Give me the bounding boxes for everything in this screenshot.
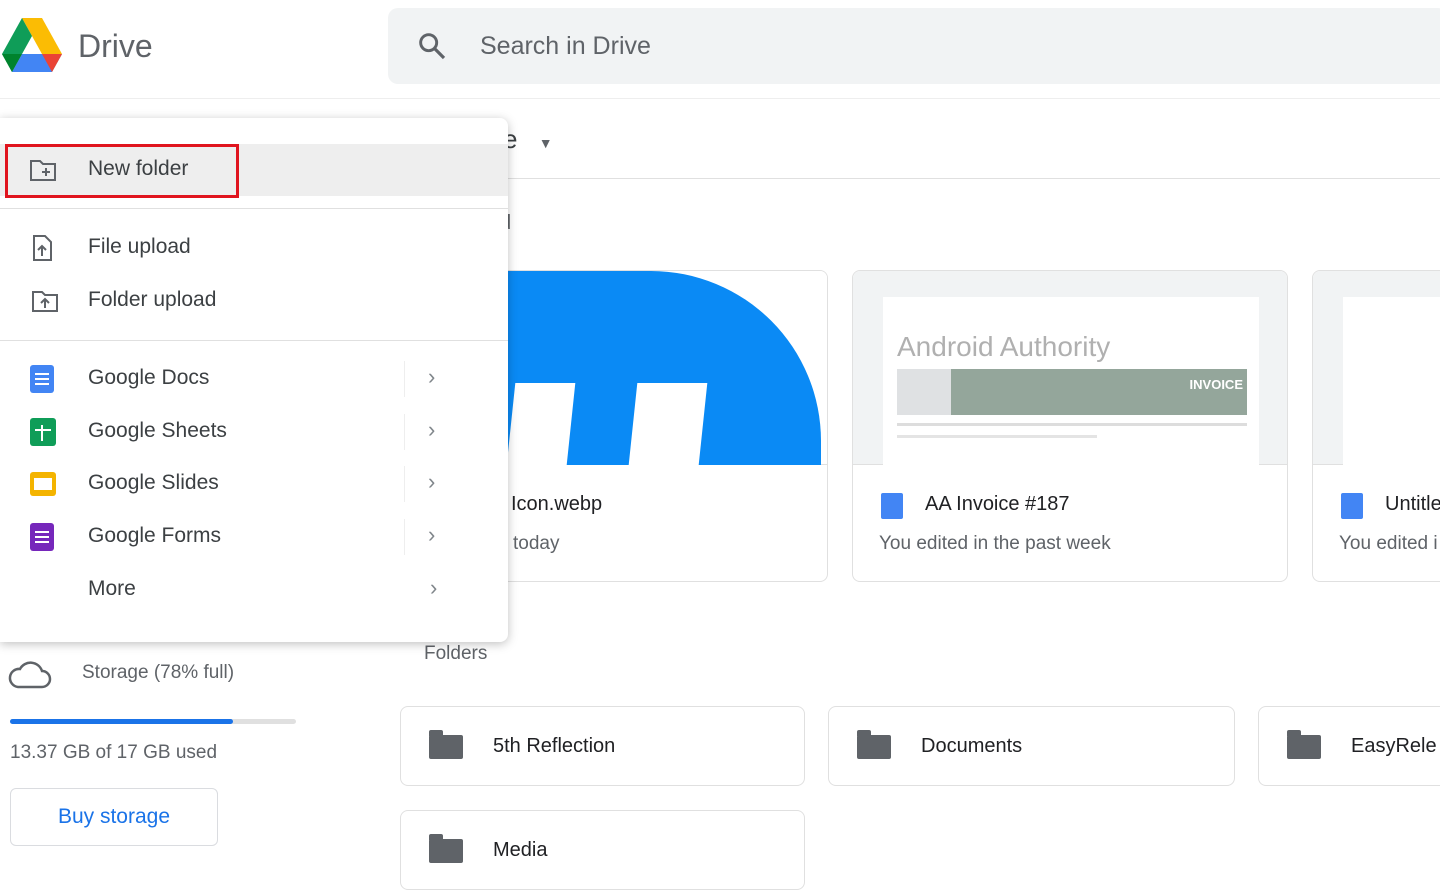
menu-item-google-forms[interactable]: Google Forms ›	[0, 511, 508, 563]
docs-icon	[1341, 493, 1363, 519]
folders-label: Folders	[424, 643, 488, 664]
storage-label: Storage (78% full)	[82, 662, 235, 683]
suggested-card[interactable]: Untitle You edited i	[1312, 270, 1440, 582]
search-bar[interactable]: Search in Drive	[388, 8, 1440, 84]
menu-item-label: File upload	[88, 235, 191, 258]
app-name: Drive	[78, 28, 153, 64]
card-subtitle: You edited i	[1339, 533, 1438, 554]
sheets-icon	[30, 418, 56, 446]
storage-progress-fill	[10, 719, 234, 724]
menu-item-file-upload[interactable]: File upload	[0, 222, 508, 274]
folder-item[interactable]: Documents	[828, 706, 1235, 786]
file-thumbnail: Android Authority INVOICE	[853, 271, 1287, 465]
new-menu: New folder File upload Folder upload Goo…	[0, 118, 508, 642]
menu-item-new-folder[interactable]: New folder	[0, 144, 508, 198]
folder-name: Documents	[921, 735, 1023, 757]
suggested-card[interactable]: Android Authority INVOICE AA Invoice #18…	[852, 270, 1288, 582]
file-upload-icon	[33, 235, 52, 261]
storage-used-text: 13.37 GB of 17 GB used	[10, 742, 218, 763]
folder-item[interactable]: 5th Reflection	[400, 706, 805, 786]
folder-name: 5th Reflection	[493, 735, 616, 757]
menu-item-google-docs[interactable]: Google Docs ›	[0, 353, 508, 405]
menu-item-label: Google Slides	[88, 471, 219, 494]
card-title: Icon.webp	[511, 493, 603, 515]
menu-item-label: Google Docs	[88, 366, 210, 389]
forms-icon	[30, 523, 54, 551]
menu-item-folder-upload[interactable]: Folder upload	[0, 275, 508, 327]
menu-divider	[0, 208, 508, 209]
shared-folder-icon	[1287, 730, 1321, 759]
card-title: AA Invoice #187	[925, 493, 1070, 515]
highlight-box	[5, 144, 239, 198]
menu-divider	[0, 340, 508, 341]
chevron-right-icon: ›	[428, 364, 436, 389]
folder-name: Media	[493, 839, 548, 861]
card-title: Untitle	[1385, 493, 1440, 515]
card-subtitle: today	[513, 533, 560, 554]
menu-item-label: Google Forms	[88, 524, 222, 547]
search-icon[interactable]	[416, 30, 448, 62]
folder-icon	[857, 730, 891, 759]
docs-icon	[30, 365, 54, 393]
menu-item-label: Folder upload	[88, 288, 217, 311]
title-divider	[400, 178, 1440, 179]
chevron-right-icon: ›	[428, 469, 436, 494]
storage-progress-bar	[10, 719, 296, 724]
thumbnail-banner: INVOICE	[1189, 377, 1243, 392]
docs-icon	[881, 493, 903, 519]
folder-name: EasyRele	[1351, 735, 1437, 757]
drive-logo-icon[interactable]	[2, 18, 62, 72]
slides-icon	[30, 472, 56, 496]
cloud-icon	[8, 661, 52, 689]
file-thumbnail	[1313, 271, 1440, 465]
folder-item[interactable]: Media	[400, 810, 805, 890]
folder-item[interactable]: EasyRele	[1258, 706, 1440, 786]
chevron-right-icon: ›	[428, 522, 436, 547]
menu-item-google-sheets[interactable]: Google Sheets ›	[0, 406, 508, 458]
menu-item-label: More	[88, 577, 136, 600]
search-input[interactable]: Search in Drive	[480, 32, 651, 61]
menu-item-google-slides[interactable]: Google Slides ›	[0, 458, 508, 510]
folder-upload-icon	[32, 291, 58, 312]
buy-storage-button[interactable]: Buy storage	[10, 788, 218, 846]
card-subtitle: You edited in the past week	[879, 533, 1111, 554]
folder-icon	[429, 834, 463, 863]
chevron-right-icon: ›	[430, 575, 438, 600]
menu-item-more[interactable]: More ›	[0, 564, 508, 616]
thumbnail-heading: Android Authority	[897, 331, 1111, 362]
menu-item-label: Google Sheets	[88, 419, 227, 442]
chevron-right-icon: ›	[428, 417, 436, 442]
folder-icon	[429, 730, 463, 759]
header-divider	[0, 98, 1440, 99]
caret-down-icon: ▼	[538, 135, 553, 151]
